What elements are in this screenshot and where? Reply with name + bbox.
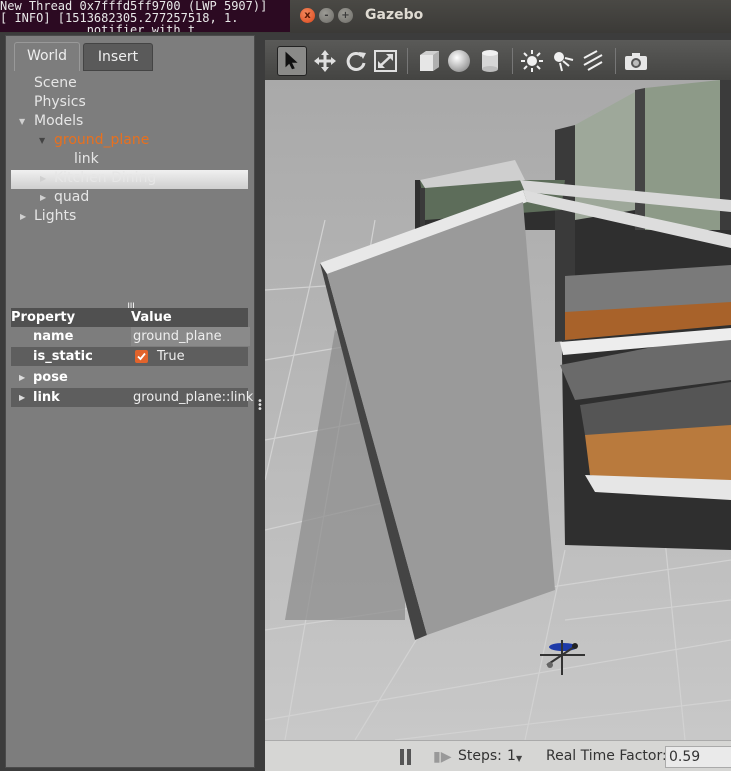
- collapsed-arrow-icon[interactable]: ▶: [19, 373, 25, 382]
- sun-icon[interactable]: [518, 48, 546, 74]
- scale-icon[interactable]: [372, 48, 400, 74]
- property-value: ground_plane::link: [133, 390, 254, 405]
- property-key: pose: [33, 370, 68, 385]
- toolbar-separator: [407, 48, 408, 74]
- property-key: link: [33, 390, 60, 405]
- translate-icon[interactable]: [311, 48, 339, 74]
- value-column-header: Value: [131, 310, 172, 325]
- property-value: True: [157, 349, 185, 364]
- steps-label: Steps:: [458, 748, 502, 764]
- expanded-arrow-icon[interactable]: ▼: [19, 117, 25, 126]
- toolbar-separator: [615, 48, 616, 74]
- cylinder-icon[interactable]: [476, 48, 504, 74]
- window-title: Gazebo: [365, 7, 424, 23]
- property-key: name: [33, 329, 74, 344]
- spot-light-icon[interactable]: [549, 48, 577, 74]
- step-icon[interactable]: ▮▶: [433, 749, 451, 765]
- close-window-button[interactable]: x: [300, 8, 315, 23]
- property-row[interactable]: ▶ pose: [11, 368, 248, 387]
- tab-insert[interactable]: Insert: [83, 43, 153, 71]
- collapsed-arrow-icon[interactable]: ▶: [40, 193, 46, 202]
- property-header: Property Value: [11, 308, 248, 327]
- expanded-arrow-icon[interactable]: ▼: [39, 136, 45, 145]
- tree-item-link[interactable]: link: [74, 150, 99, 169]
- property-value[interactable]: ground_plane: [131, 327, 250, 346]
- 3d-viewport[interactable]: ▮▶ Steps: 1 ▼ Real Time Factor: 0.59: [265, 40, 731, 771]
- collapsed-arrow-icon[interactable]: ▶: [40, 174, 46, 183]
- collapsed-arrow-icon[interactable]: ▶: [20, 212, 26, 221]
- property-row[interactable]: ▶ link ground_plane::link: [11, 388, 253, 407]
- rtf-value: 0.59: [665, 746, 731, 768]
- property-column-header: Property: [11, 310, 76, 325]
- camera-icon[interactable]: [622, 48, 650, 74]
- tree-item-physics[interactable]: Physics: [34, 93, 86, 112]
- directional-light-icon[interactable]: [579, 48, 607, 74]
- window-titlebar[interactable]: x - + Gazebo: [290, 0, 731, 34]
- panel-splitter[interactable]: • • •: [257, 397, 263, 415]
- tree-item-ground-plane[interactable]: ground_plane: [54, 131, 149, 150]
- status-bar: ▮▶ Steps: 1 ▼ Real Time Factor: 0.59: [265, 740, 731, 771]
- maximize-window-button[interactable]: +: [338, 8, 353, 23]
- select-arrow-icon[interactable]: [277, 46, 307, 76]
- collapsed-arrow-icon[interactable]: ▶: [19, 393, 25, 402]
- minimize-window-button[interactable]: -: [319, 8, 334, 23]
- scene-render[interactable]: [265, 80, 731, 740]
- tree-item-kitchen-dining[interactable]: Kitchen Dining: [54, 169, 156, 188]
- tree-item-quad[interactable]: quad: [54, 188, 89, 207]
- property-row[interactable]: is_static True: [11, 347, 248, 366]
- check-icon: [137, 352, 146, 361]
- property-row[interactable]: name ground_plane: [11, 327, 250, 346]
- pause-icon[interactable]: [400, 749, 404, 765]
- scene-toolbar: [265, 40, 731, 80]
- tree-item-models[interactable]: Models: [34, 112, 83, 131]
- tree-item-lights[interactable]: Lights: [34, 207, 76, 226]
- toolbar-separator: [512, 48, 513, 74]
- sphere-icon[interactable]: [445, 48, 473, 74]
- rtf-label: Real Time Factor:: [546, 748, 667, 764]
- static-checkbox[interactable]: [135, 350, 148, 363]
- pause-icon[interactable]: [407, 749, 411, 765]
- property-key: is_static: [33, 349, 93, 364]
- rotate-icon[interactable]: [342, 48, 370, 74]
- tree-item-scene[interactable]: Scene: [34, 74, 77, 93]
- chevron-down-icon[interactable]: ▼: [516, 754, 522, 763]
- box-icon[interactable]: [415, 48, 443, 74]
- tab-world[interactable]: World: [14, 42, 80, 71]
- steps-value[interactable]: 1: [507, 748, 516, 764]
